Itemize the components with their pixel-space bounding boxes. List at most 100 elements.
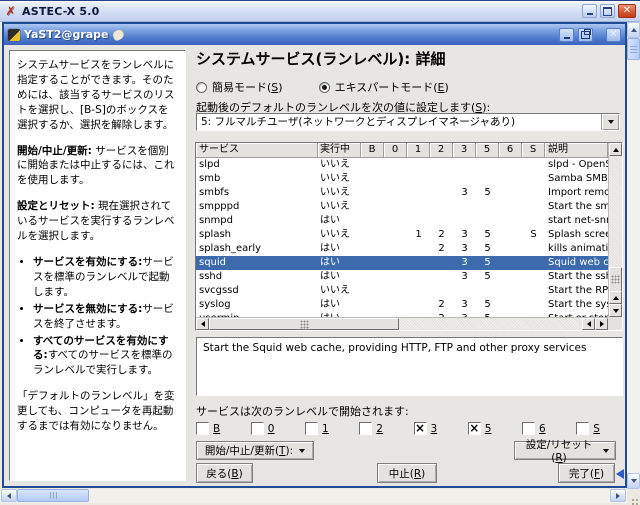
table-row-sshd[interactable]: sshdはい35Start the sshd daem <box>196 270 608 284</box>
column-header-6[interactable]: 6 <box>499 143 522 158</box>
combobox-dropdown-button[interactable] <box>601 114 619 130</box>
table-cell <box>522 214 545 228</box>
runlevel-checkbox-0[interactable]: 0 <box>251 420 275 437</box>
abort-button[interactable]: 中止(R) <box>377 463 437 483</box>
table-row-svcgssd[interactable]: svcgssdいいえStart the RPC GSS <box>196 284 608 298</box>
column-header-1[interactable]: 1 <box>407 143 430 158</box>
checkbox-label: 3 <box>431 423 438 435</box>
radio-simple-mode[interactable]: 簡易モード(S) <box>196 79 283 95</box>
runlevel-checkbox-S[interactable]: S <box>576 420 600 437</box>
table-cell <box>522 284 545 298</box>
table-row-slpd[interactable]: slpdいいえslpd - OpenSLP da <box>196 158 608 172</box>
runlevel-checkbox-5[interactable]: ×5 <box>468 420 492 437</box>
outer-window-title: ASTEC-X 5.0 <box>22 5 99 18</box>
checkbox-label: S <box>593 423 600 435</box>
checkbox-icon <box>196 422 209 435</box>
arrow-down-icon <box>613 309 619 313</box>
radio-expert-mode[interactable]: エキスパートモード(E) <box>319 79 449 95</box>
start-stop-refresh-menubutton[interactable]: 開始/中止/更新(T): <box>196 441 314 460</box>
table-cell: はい <box>318 256 361 270</box>
outer-close-button[interactable]: ✕ <box>618 4 636 18</box>
table-cell <box>522 172 545 186</box>
scroll-down-button[interactable] <box>609 304 622 317</box>
column-header-5[interactable]: 5 <box>476 143 499 158</box>
column-header-S[interactable]: S <box>522 143 545 158</box>
service-description-text: Start the Squid web cache, providing HTT… <box>203 342 586 354</box>
column-header-実行中[interactable]: 実行中 <box>318 143 361 158</box>
scroll-left-button[interactable] <box>196 318 209 330</box>
table-horizontal-scrollbar[interactable] <box>196 317 608 330</box>
column-header-B[interactable]: B <box>361 143 384 158</box>
table-row-splash_early[interactable]: splash_earlyはい235kills animation after <box>196 242 608 256</box>
help-bullet: サービスを無効にする:サービスを終了させます。 <box>33 302 178 332</box>
resize-grip[interactable] <box>627 489 640 503</box>
arrow-up-icon <box>613 148 619 152</box>
table-cell: 3 <box>453 228 476 242</box>
checkbox-label: 5 <box>485 423 492 435</box>
table-row-snmpd[interactable]: snmpdはいstart net-snmpd <box>196 214 608 228</box>
outer-hscroll-thumb[interactable] <box>17 489 89 502</box>
yast-titlebar[interactable]: YaST2@grape ✕ <box>4 24 625 45</box>
outer-vertical-scrollbar[interactable] <box>627 22 640 489</box>
table-cell: 3 <box>453 186 476 200</box>
table-cell: Splash screen setu <box>545 228 608 242</box>
default-runlevel-combobox[interactable]: 5: フルマルチユーザ(ネットワークとディスプレイマネージャあり) <box>196 113 620 131</box>
runlevel-checkbox-3[interactable]: ×3 <box>414 420 438 437</box>
table-cell: いいえ <box>318 186 361 200</box>
table-vertical-scrollbar[interactable] <box>608 143 622 317</box>
table-cell <box>361 158 384 172</box>
outer-scroll-up-button[interactable] <box>627 22 640 38</box>
column-header-サービス[interactable]: サービス <box>196 143 318 158</box>
table-row-smb[interactable]: smbいいえSamba SMB/CIFS <box>196 172 608 186</box>
outer-scroll-right-button[interactable] <box>610 489 626 502</box>
radio-selected-icon <box>319 82 330 93</box>
back-button[interactable]: 戻る(B) <box>196 463 253 483</box>
table-cell: Start the sshd daem <box>545 270 608 284</box>
yast-restore-button[interactable] <box>578 28 593 42</box>
table-cell <box>499 214 522 228</box>
table-row-smpppd[interactable]: smpppdいいえStart the smpppd fo <box>196 200 608 214</box>
runlevel-checkbox-2[interactable]: 2 <box>359 420 383 437</box>
horizontal-scroll-thumb[interactable] <box>209 318 399 330</box>
outer-scroll-down-button[interactable] <box>627 473 640 489</box>
checkbox-icon <box>305 422 318 435</box>
scroll-left-button-2[interactable] <box>582 318 595 330</box>
table-cell <box>407 256 430 270</box>
help-paragraph: 開始/中止/更新: サービスを個別に開始または中止するには、これを使用します。 <box>17 144 178 189</box>
service-description-box: Start the Squid web cache, providing HTT… <box>196 337 623 396</box>
table-row-syslog[interactable]: syslogはい235Start the system log <box>196 298 608 312</box>
table-row-splash[interactable]: splashいいえ1235SSplash screen setu <box>196 228 608 242</box>
runlevel-checkbox-1[interactable]: 1 <box>305 420 329 437</box>
yast-close-button[interactable]: ✕ <box>606 28 621 42</box>
table-cell <box>476 214 499 228</box>
table-cell <box>384 284 407 298</box>
scroll-up-button[interactable] <box>609 143 622 156</box>
outer-scroll-left-button[interactable] <box>1 489 17 502</box>
runlevel-checkbox-B[interactable]: B <box>196 420 220 437</box>
outer-minimize-button[interactable] <box>582 4 597 18</box>
table-cell <box>499 256 522 270</box>
runlevel-checkbox-6[interactable]: 6 <box>522 420 546 437</box>
column-header-2[interactable]: 2 <box>430 143 453 158</box>
table-cell: S <box>522 228 545 242</box>
vertical-scroll-thumb[interactable] <box>609 267 622 292</box>
outer-maximize-button[interactable] <box>600 4 615 18</box>
table-cell <box>499 242 522 256</box>
page-title: システムサービス(ランレベル): 詳細 <box>196 48 445 69</box>
table-cell <box>430 200 453 214</box>
yast-minimize-button[interactable] <box>559 28 574 42</box>
column-header-0[interactable]: 0 <box>384 143 407 158</box>
table-cell: いいえ <box>318 200 361 214</box>
column-header-説明[interactable]: 説明 <box>545 143 608 158</box>
scroll-right-button[interactable] <box>595 318 608 330</box>
runlevel-checkboxes: B 0 1 2 ×3 ×5 6 S <box>196 420 620 437</box>
finish-button[interactable]: 完了(F) <box>558 463 615 483</box>
scroll-up-button-2[interactable] <box>609 291 622 304</box>
table-row-smbfs[interactable]: smbfsいいえ35Import remote SMB. <box>196 186 608 200</box>
outer-vscroll-thumb[interactable] <box>627 38 640 60</box>
table-cell: splash <box>196 228 318 242</box>
table-row-squid[interactable]: squidはい35Squid web cache <box>196 256 608 270</box>
outer-horizontal-scrollbar[interactable] <box>0 489 627 503</box>
set-reset-menubutton[interactable]: 設定/リセット(R) <box>514 441 616 460</box>
column-header-3[interactable]: 3 <box>453 143 476 158</box>
